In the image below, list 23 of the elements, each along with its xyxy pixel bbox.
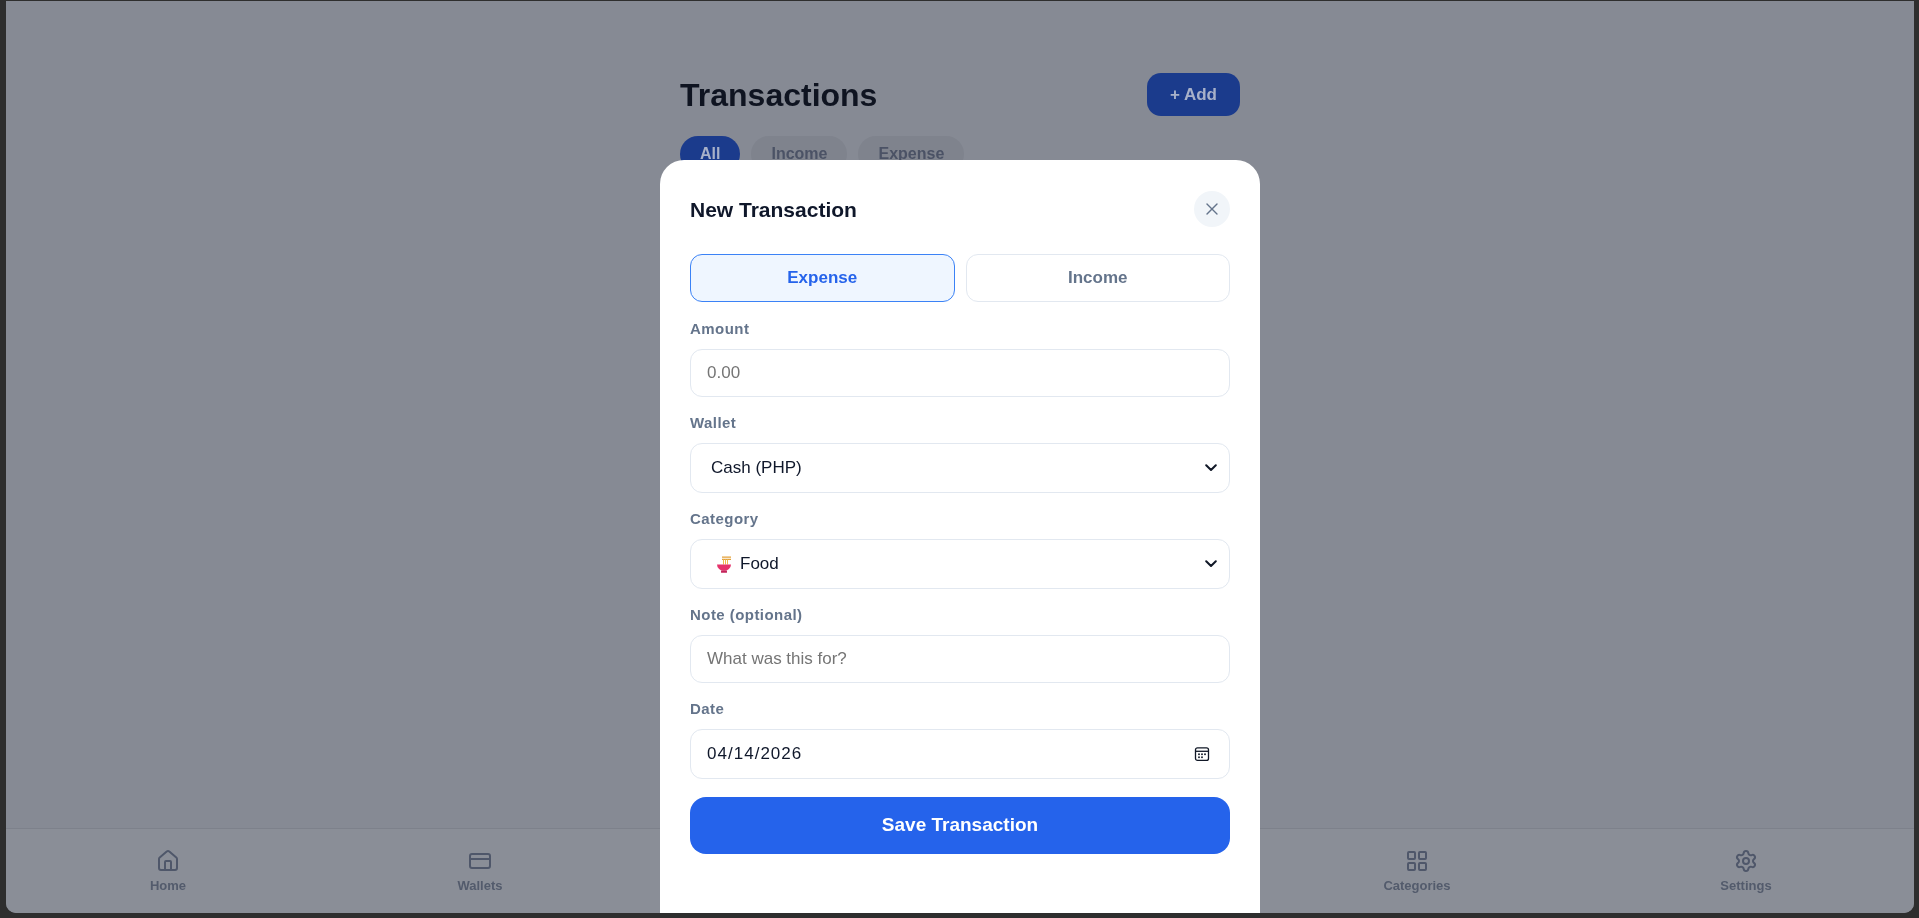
field-label: Note (optional) <box>690 605 804 625</box>
home-icon <box>156 848 180 873</box>
field-label: Amount <box>690 319 751 339</box>
chevron-down-icon <box>1205 560 1217 568</box>
chevron-down-icon <box>1205 464 1217 472</box>
grid-icon <box>1405 848 1429 873</box>
save-button[interactable]: Save Transaction <box>690 797 1230 854</box>
noodle-bowl-icon <box>716 555 732 573</box>
wallet-select[interactable]: Cash (PHP) <box>690 443 1230 493</box>
field-label: Wallet <box>690 413 738 433</box>
type-toggle-button[interactable]: Expense <box>690 254 955 302</box>
type-toggle-button[interactable]: Income <box>965 254 1230 302</box>
amount-input[interactable]: 0.00 <box>690 349 1230 397</box>
add-button[interactable]: + Add <box>1146 73 1240 116</box>
modal-title: New Transaction <box>690 198 857 220</box>
date-field[interactable]: 04/14/2026 <box>690 729 1230 779</box>
field-label: Category <box>690 509 760 529</box>
field-label: Date <box>690 699 726 719</box>
category-select[interactable]: Food <box>690 539 1230 589</box>
settings-icon <box>1734 848 1758 873</box>
note-input[interactable]: What was this for? <box>690 635 1230 683</box>
calendar-icon[interactable] <box>1194 746 1210 762</box>
page-title: Transactions <box>680 78 878 111</box>
